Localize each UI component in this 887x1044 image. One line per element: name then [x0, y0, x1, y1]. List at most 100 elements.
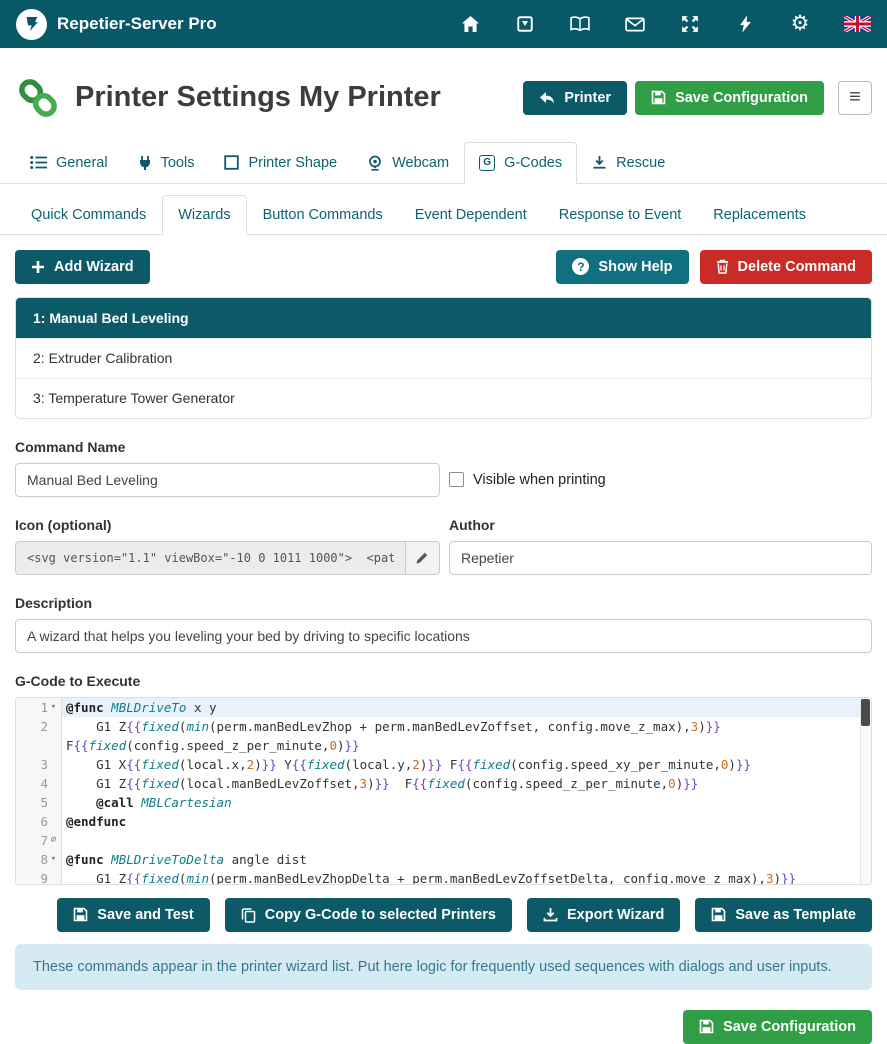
home-icon[interactable]: [459, 13, 481, 35]
menu-button[interactable]: ≡: [838, 81, 872, 115]
code-line[interactable]: 2 G1 Z{{fixed(min(perm.manBedLevZhop + p…: [16, 717, 871, 755]
add-wizard-label: Add Wizard: [54, 259, 134, 275]
wizard-list: 1: Manual Bed Leveling 2: Extruder Calib…: [15, 297, 872, 419]
code-line[interactable]: 3 G1 X{{fixed(local.x,2)}} Y{{fixed(loca…: [16, 755, 871, 774]
fold-marker-icon[interactable]: ∅: [48, 831, 59, 850]
plus-icon: [31, 260, 45, 274]
expand-arrows-icon[interactable]: [679, 13, 701, 35]
messages-mail-icon[interactable]: [624, 13, 646, 35]
delete-command-label: Delete Command: [738, 259, 856, 275]
copy-icon: [241, 907, 256, 923]
app-logo-icon: [16, 9, 47, 40]
save-icon: [711, 907, 726, 922]
code-line-content[interactable]: @func MBLDriveToDelta angle dist: [62, 850, 871, 869]
save-configuration-button-bottom[interactable]: Save Configuration: [683, 1010, 872, 1044]
back-arrow-icon: [539, 91, 555, 105]
settings-gear-icon[interactable]: ⚙: [789, 13, 811, 35]
delete-command-button[interactable]: Delete Command: [700, 250, 872, 284]
power-bolt-icon[interactable]: [734, 13, 756, 35]
printer-list-icon[interactable]: [514, 13, 536, 35]
line-number-gutter: 2: [16, 717, 62, 755]
language-flag-uk-icon[interactable]: [844, 13, 871, 35]
gcode-chain-icon: [15, 76, 61, 120]
hamburger-icon: ≡: [849, 86, 861, 109]
add-wizard-button[interactable]: Add Wizard: [15, 250, 150, 284]
code-line-content[interactable]: @func MBLDriveTo x y: [62, 698, 871, 717]
question-icon: ?: [572, 258, 589, 275]
save-configuration-button-top[interactable]: Save Configuration: [635, 81, 824, 115]
subtab-event-dependent[interactable]: Event Dependent: [399, 195, 543, 235]
export-wizard-button[interactable]: Export Wizard: [527, 898, 680, 932]
page-title: Printer Settings My Printer: [75, 81, 523, 114]
save-icon: [73, 907, 88, 922]
wizard-row-temperature-tower[interactable]: 3: Temperature Tower Generator: [16, 378, 871, 418]
command-name-input[interactable]: [15, 463, 440, 497]
brand[interactable]: Repetier-Server Pro: [16, 9, 217, 40]
code-line-content[interactable]: @endfunc: [62, 812, 871, 831]
subtab-replacements[interactable]: Replacements: [697, 195, 822, 235]
icon-edit-button[interactable]: [406, 541, 440, 575]
code-line[interactable]: 6@endfunc: [16, 812, 871, 831]
wizard-row-label: 2: Extruder Calibration: [33, 350, 172, 366]
gcode-editor[interactable]: 1▾@func MBLDriveTo x y2 G1 Z{{fixed(min(…: [15, 697, 872, 885]
code-line[interactable]: 8▾@func MBLDriveToDelta angle dist: [16, 850, 871, 869]
author-input[interactable]: [449, 541, 872, 575]
subtab-quick-commands[interactable]: Quick Commands: [15, 195, 162, 235]
subtab-label: Event Dependent: [415, 207, 527, 223]
fold-marker-icon[interactable]: ▾: [48, 698, 59, 717]
copy-gcode-button[interactable]: Copy G-Code to selected Printers: [225, 898, 512, 932]
line-number-gutter: 4: [16, 774, 62, 793]
editor-scrollbar-thumb[interactable]: [861, 699, 870, 726]
code-line-content[interactable]: G1 Z{{fixed(min(perm.manBedLevZhopDelta …: [62, 869, 871, 885]
code-line[interactable]: 1▾@func MBLDriveTo x y: [16, 698, 871, 717]
subtab-button-commands[interactable]: Button Commands: [247, 195, 399, 235]
gcode-subtabs: Quick Commands Wizards Button Commands E…: [0, 195, 887, 235]
top-navbar: Repetier-Server Pro ⚙: [0, 0, 887, 48]
printer-button[interactable]: Printer: [523, 81, 627, 115]
line-number-gutter: 7∅: [16, 831, 62, 850]
editor-scrollbar-track[interactable]: [860, 698, 871, 884]
wizard-row-extruder-calibration[interactable]: 2: Extruder Calibration: [16, 338, 871, 378]
subtab-wizards[interactable]: Wizards: [162, 195, 246, 235]
wizard-row-manual-bed-leveling[interactable]: 1: Manual Bed Leveling: [16, 298, 871, 338]
save-and-test-button[interactable]: Save and Test: [57, 898, 209, 932]
code-line[interactable]: 4 G1 Z{{fixed(local.manBedLevZoffset,3)}…: [16, 774, 871, 793]
description-input[interactable]: [15, 619, 872, 653]
export-wizard-label: Export Wizard: [567, 907, 664, 923]
tab-gcodes[interactable]: G G-Codes: [464, 142, 577, 184]
save-as-template-button[interactable]: Save as Template: [695, 898, 872, 932]
code-line-content[interactable]: [62, 831, 871, 850]
tab-label: Printer Shape: [248, 155, 337, 171]
gcode-to-execute-label: G-Code to Execute: [15, 673, 872, 689]
tab-label: G-Codes: [504, 155, 562, 171]
icon-svg-input[interactable]: [15, 541, 406, 575]
code-line-content[interactable]: G1 Z{{fixed(min(perm.manBedLevZhop + per…: [62, 717, 871, 755]
code-line-content[interactable]: @call MBLCartesian: [62, 793, 871, 812]
subtab-response-to-event[interactable]: Response to Event: [543, 195, 698, 235]
fold-marker-icon[interactable]: ▾: [48, 850, 59, 869]
tab-general[interactable]: General: [15, 142, 123, 184]
show-help-button[interactable]: ? Show Help: [556, 250, 688, 284]
manual-book-icon[interactable]: [569, 13, 591, 35]
code-line-content[interactable]: G1 Z{{fixed(local.manBedLevZoffset,3)}} …: [62, 774, 871, 793]
tab-printer-shape[interactable]: Printer Shape: [209, 142, 352, 184]
list-icon: [30, 155, 47, 170]
rescue-icon: [592, 155, 607, 171]
subtab-label: Wizards: [178, 207, 230, 223]
printer-button-label: Printer: [564, 90, 611, 106]
save-as-template-label: Save as Template: [735, 907, 856, 923]
code-line[interactable]: 5 @call MBLCartesian: [16, 793, 871, 812]
tab-webcam[interactable]: Webcam: [352, 142, 464, 184]
wizard-actions-row: Add Wizard ? Show Help Delete Command: [0, 235, 887, 297]
code-line[interactable]: 9 G1 Z{{fixed(min(perm.manBedLevZhopDelt…: [16, 869, 871, 885]
description-label: Description: [15, 595, 872, 611]
tab-tools[interactable]: Tools: [123, 142, 210, 184]
visible-when-printing-checkbox[interactable]: [449, 472, 464, 487]
tab-label: General: [56, 155, 108, 171]
show-help-label: Show Help: [598, 259, 672, 275]
code-line[interactable]: 7∅: [16, 831, 871, 850]
trash-icon: [716, 259, 729, 274]
subtab-label: Response to Event: [559, 207, 682, 223]
code-line-content[interactable]: G1 X{{fixed(local.x,2)}} Y{{fixed(local.…: [62, 755, 871, 774]
tab-rescue[interactable]: Rescue: [577, 142, 680, 184]
